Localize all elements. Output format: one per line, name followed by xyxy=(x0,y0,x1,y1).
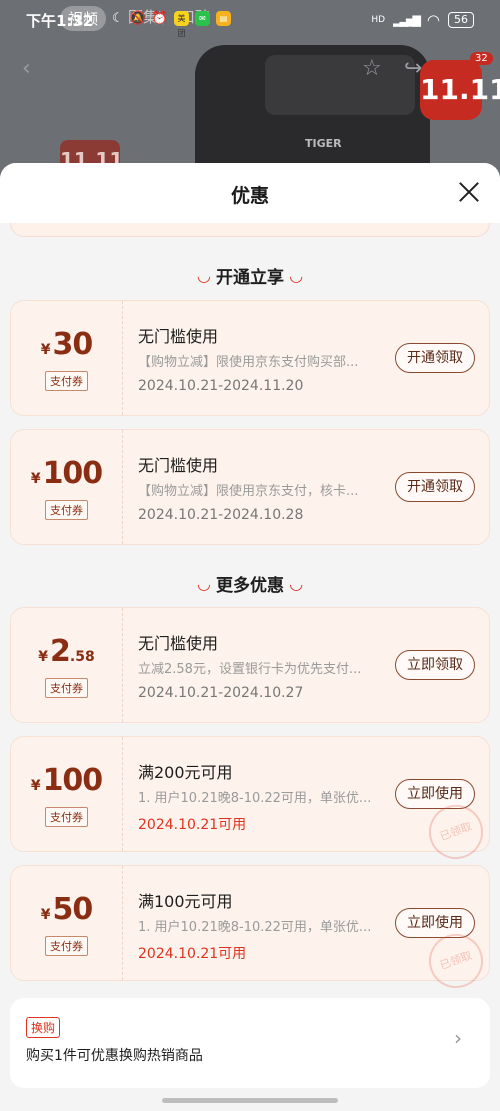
exchange-offer-row[interactable]: 换购 购买1件可优惠换购热销商品 › xyxy=(10,998,490,1088)
coupon-title: 无门槛使用 xyxy=(138,634,219,653)
coupon-desc[interactable]: 【购物立减】限使用京东支付，核卡... xyxy=(138,480,386,499)
smile-icon: ◡ xyxy=(290,266,303,285)
sheet-header: 优惠 xyxy=(0,163,500,223)
battery-icon: 56 xyxy=(448,12,474,28)
smile-icon: ◡ xyxy=(197,266,210,285)
coupon-type-tag: 支付券 xyxy=(45,678,88,698)
coupon-claim-button[interactable]: 开通领取 xyxy=(395,343,475,373)
coupon-desc[interactable]: 立减2.58元，设置银行卡为优先支付... xyxy=(138,658,386,677)
wifi-icon: ◠ xyxy=(426,11,440,29)
peek-coupon-card xyxy=(10,223,490,237)
exchange-text: 购买1件可优惠换购热销商品 xyxy=(26,1048,203,1064)
coupon-sheet: 优惠 ◡ 开通立享 ◡ ¥30 支付券 无门槛使用 【购物立减】限使用京东支付购买部… xyxy=(0,163,500,1111)
alarm-icon: ⏰ xyxy=(151,11,169,26)
coupon-desc[interactable]: 【购物立减】限使用京东支付购买部... xyxy=(138,351,386,370)
network-type: HD xyxy=(371,15,386,25)
coupon-amount: ¥100 xyxy=(30,763,103,798)
home-indicator[interactable] xyxy=(162,1098,338,1103)
coupon-date: 2024.10.21-2024.10.27 xyxy=(138,685,304,701)
star-icon[interactable]: ☆ xyxy=(362,56,382,81)
coupon-amount: ¥100 xyxy=(30,456,103,491)
coupon-card: ¥100 支付券 满200元可用 1. 用户10.21晚8-10.22可用，单张… xyxy=(10,736,491,867)
product-logo: TIGER xyxy=(305,137,342,150)
coupon-title: 满200元可用 xyxy=(138,763,233,782)
coupon-card: ¥30 支付券 无门槛使用 【购物立减】限使用京东支付购买部... 2024.1… xyxy=(10,300,490,416)
coupon-type-tag: 支付券 xyxy=(45,936,88,956)
section-title-more: ◡ 更多优惠 ◡ xyxy=(197,574,303,596)
coupon-type-tag: 支付券 xyxy=(45,500,88,520)
promo-1111-badge[interactable]: 11.11 xyxy=(420,60,500,120)
chevron-right-icon: › xyxy=(454,1026,462,1050)
exchange-badge: 换购 xyxy=(26,1017,61,1038)
coupon-amount: ¥50 xyxy=(40,892,93,927)
coupon-desc[interactable]: 1. 用户10.21晚8-10.22可用，单张优... xyxy=(138,787,386,806)
meituan-app-icon: 美团 xyxy=(174,11,190,38)
coupon-desc[interactable]: 1. 用户10.21晚8-10.22可用，单张优... xyxy=(138,916,386,935)
coupon-amount: ¥2.58 xyxy=(38,634,95,669)
mute-bell-icon: 🔕 xyxy=(129,11,146,26)
signal-icon: ▂▃▅▇ xyxy=(393,13,421,27)
coupon-card: ¥2.58 支付券 无门槛使用 立减2.58元，设置银行卡为优先支付... 20… xyxy=(10,607,490,723)
coupon-date: 2024.10.21-2024.11.20 xyxy=(138,378,304,394)
coupon-date: 2024.10.21可用 xyxy=(138,817,247,833)
coupon-card: ¥100 支付券 无门槛使用 【购物立减】限使用京东支付，核卡... 2024.… xyxy=(10,429,490,545)
smile-icon: ◡ xyxy=(197,574,210,593)
wechat-icon: ✉ xyxy=(195,11,211,26)
coupon-date: 2024.10.21可用 xyxy=(138,946,247,962)
coupon-title: 满100元可用 xyxy=(138,892,233,911)
coupon-type-tag: 支付券 xyxy=(45,807,88,827)
coupon-use-button[interactable]: 立即使用 xyxy=(395,908,475,938)
smile-icon: ◡ xyxy=(290,574,303,593)
close-icon[interactable] xyxy=(456,179,482,205)
back-icon[interactable]: ‹ xyxy=(22,56,31,81)
coupon-claim-button[interactable]: 开通领取 xyxy=(395,472,475,502)
message-app-icon: ▤ xyxy=(216,11,232,26)
coupon-card: ¥50 支付券 满100元可用 1. 用户10.21晚8-10.22可用，单张优… xyxy=(10,865,491,996)
coupon-title: 无门槛使用 xyxy=(138,456,219,475)
coupon-amount: ¥30 xyxy=(40,327,93,362)
cart-count-badge: 32 xyxy=(470,52,493,65)
status-bar: 下午1:32 ☾ 🔕 ⏰ 美团 ✉ ▤ HD ▂▃▅▇ ◠ 56 xyxy=(0,0,500,40)
coupon-type-tag: 支付券 xyxy=(45,371,88,391)
coupon-date: 2024.10.21-2024.10.28 xyxy=(138,507,304,523)
status-time: 下午1:32 xyxy=(26,12,94,30)
coupon-claim-button[interactable]: 立即领取 xyxy=(395,650,475,680)
moon-icon: ☾ xyxy=(112,11,124,26)
coupon-use-button[interactable]: 立即使用 xyxy=(395,779,475,809)
coupon-title: 无门槛使用 xyxy=(138,327,219,346)
section-title-open: ◡ 开通立享 ◡ xyxy=(197,266,303,288)
sheet-title: 优惠 xyxy=(230,185,269,207)
